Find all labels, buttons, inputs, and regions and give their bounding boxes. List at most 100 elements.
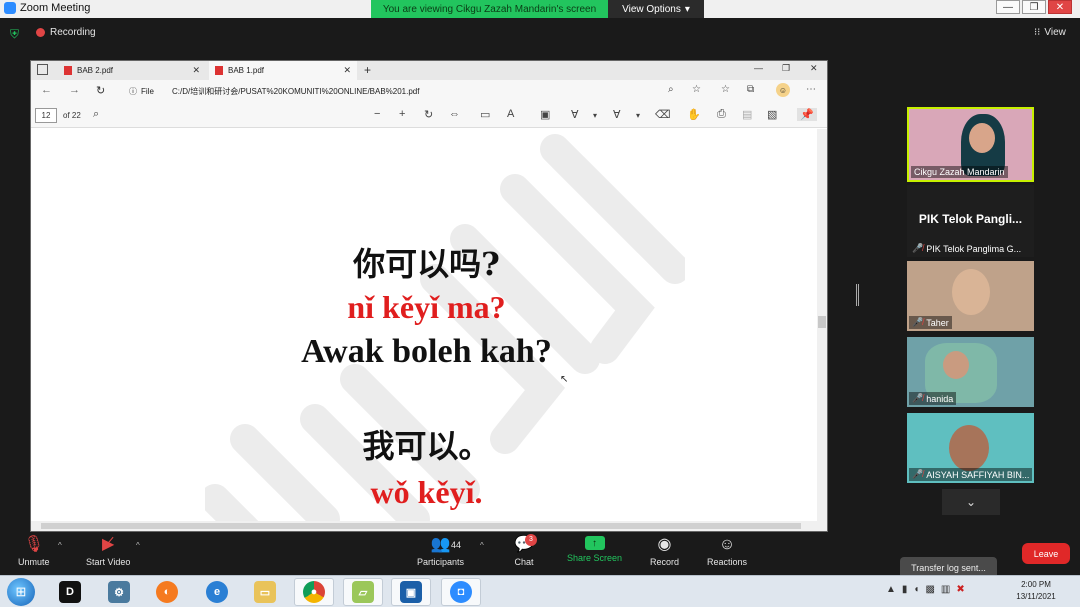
- minimize-icon[interactable]: —: [754, 63, 763, 73]
- site-info[interactable]: ⓘ File: [129, 86, 154, 97]
- panel-resize-handle[interactable]: [856, 284, 859, 306]
- taskbar-app-chrome[interactable]: ●: [294, 578, 334, 606]
- reactions-button[interactable]: ☺ Reactions: [707, 536, 747, 567]
- participants-options-caret-icon[interactable]: ^: [480, 541, 484, 550]
- participants-button[interactable]: 👥 44 Participants: [417, 536, 464, 567]
- search-icon[interactable]: ⌕: [93, 108, 99, 121]
- participant-video: [949, 425, 989, 471]
- usb-icon[interactable]: ▮: [902, 584, 908, 595]
- print-icon[interactable]: ⎙: [717, 108, 726, 121]
- taskbar-clock[interactable]: 2:00 PM 13/11/2021: [1008, 579, 1064, 603]
- taskbar-app-file-explorer[interactable]: ▭: [245, 578, 285, 606]
- horizontal-scrollbar[interactable]: [31, 521, 827, 531]
- zoom-app-icon: ◘: [450, 581, 472, 603]
- security-shield-icon[interactable]: ⛨: [10, 27, 22, 41]
- video-tile-taher[interactable]: 🎤̸ Taher: [907, 261, 1034, 331]
- eraser-icon[interactable]: ⌫: [655, 108, 671, 121]
- record-button[interactable]: ◉ Record: [650, 536, 679, 567]
- zoom-out-icon[interactable]: −: [374, 108, 380, 120]
- maximize-button[interactable]: ❐: [1022, 0, 1046, 14]
- action-center-icon[interactable]: ✖: [956, 584, 964, 595]
- chat-button[interactable]: 💬 3 Chat: [514, 534, 537, 567]
- taskbar-app-remote[interactable]: ▣: [391, 578, 431, 606]
- rotate-icon[interactable]: ↻: [424, 108, 433, 121]
- save-as-icon[interactable]: ▧: [767, 108, 777, 121]
- new-tab-icon[interactable]: +: [364, 63, 371, 77]
- profile-avatar-icon[interactable]: ☺: [776, 83, 790, 97]
- minimize-button[interactable]: —: [996, 0, 1020, 14]
- mic-muted-icon: 🎤̸: [912, 469, 924, 479]
- start-video-label: Start Video: [86, 557, 131, 567]
- collections-icon[interactable]: ⧉: [747, 84, 754, 95]
- view-layout-button[interactable]: ⁝⁝ View: [1034, 27, 1066, 38]
- start-button-icon[interactable]: ⊞: [7, 578, 35, 606]
- video-tile-pik[interactable]: PIK Telok Pangli... 🎤̸ PIK Telok Panglim…: [907, 185, 1034, 257]
- close-tab-icon[interactable]: ✕: [343, 65, 351, 76]
- vertical-scrollbar[interactable]: [817, 129, 827, 522]
- text-box-icon[interactable]: ▣: [540, 108, 550, 121]
- participant-name: 🎤̸ hanida: [909, 392, 957, 405]
- close-tab-icon[interactable]: ✕: [192, 65, 200, 76]
- recording-indicator[interactable]: Recording: [36, 27, 96, 38]
- read-aloud-icon[interactable]: ☆: [692, 84, 701, 95]
- record-dot-icon: [36, 28, 45, 37]
- show-hidden-icons-icon[interactable]: ▲: [886, 584, 896, 595]
- share-screen-button[interactable]: ↑ Share Screen: [567, 536, 622, 563]
- video-tile-hanida[interactable]: 🎤̸ hanida: [907, 337, 1034, 407]
- mic-muted-icon: 🎤̸: [912, 317, 924, 327]
- audio-options-caret-icon[interactable]: ^: [58, 541, 62, 550]
- unmute-button[interactable]: 🎙 Unmute: [18, 536, 50, 567]
- close-window-button[interactable]: ✕: [1048, 0, 1072, 14]
- pin-icon[interactable]: 📌: [797, 108, 817, 121]
- url-field[interactable]: C:/D/培训和研讨会/PUSAT%20KOMUNITI%20ONLINE/BA…: [172, 86, 419, 97]
- tab-bab-1[interactable]: BAB 1.pdf ✕: [209, 61, 357, 80]
- tab-actions-icon[interactable]: [37, 64, 48, 75]
- leave-meeting-button[interactable]: Leave: [1022, 543, 1070, 564]
- pdf-toolbar: 12 of 22 ⌕ − + ↻ ⇔ ▭ A ▣ ∀ ▾ ∀ ▾ ⌫ ✋ ⎙ ▤…: [31, 102, 827, 128]
- start-video-button[interactable]: ▶̸ Start Video: [86, 536, 130, 567]
- zoom-search-icon[interactable]: ⌕: [668, 84, 674, 95]
- chevron-down-icon[interactable]: ▾: [636, 111, 640, 120]
- page-number-input[interactable]: 12: [35, 108, 57, 123]
- scrollbar-thumb[interactable]: [818, 316, 826, 328]
- dictionary-app-icon: D: [59, 581, 81, 603]
- meeting-controls-bar: 🎙 Unmute ^ ▶̸ Start Video ^ 👥 44 Partici…: [0, 532, 1080, 579]
- chevron-down-icon[interactable]: ▾: [593, 111, 597, 120]
- taskbar-app-settings[interactable]: ⚙: [99, 578, 139, 606]
- slide-question-pinyin: nǐ kěyǐ ma?: [347, 289, 506, 325]
- restore-icon[interactable]: ❐: [782, 63, 790, 74]
- taskbar-app-firefox[interactable]: ◐: [147, 578, 187, 606]
- close-icon[interactable]: ✕: [810, 63, 818, 74]
- fit-page-icon[interactable]: ⇔: [449, 108, 460, 120]
- refresh-icon[interactable]: ↻: [96, 84, 105, 97]
- taskbar-app-dictionary[interactable]: D: [50, 578, 90, 606]
- read-aloud-icon[interactable]: A: [507, 108, 514, 120]
- taskbar-app-zoom[interactable]: ◘: [441, 578, 481, 606]
- network-icon[interactable]: ▥: [941, 584, 950, 595]
- zoom-in-icon[interactable]: +: [399, 108, 405, 120]
- scrollbar-thumb[interactable]: [41, 523, 801, 529]
- volume-icon[interactable]: ◖: [913, 584, 919, 595]
- forward-arrow-icon[interactable]: →: [69, 84, 80, 96]
- video-tile-aisyah[interactable]: 🎤̸ AISYAH SAFFIYAH BIN...: [907, 413, 1034, 483]
- tab-label: BAB 2.pdf: [77, 66, 114, 75]
- draw-icon[interactable]: ∀: [613, 108, 621, 121]
- save-icon[interactable]: ▤: [742, 108, 752, 121]
- app-tray-icon[interactable]: ▩: [925, 584, 934, 595]
- windows-taskbar: ⊞ D ⚙ ◐ e ▭ ● ▱ ▣ ◘ ▲ ▮ ◖ ▩ ▥ ✖ 2:00 PM …: [0, 575, 1080, 607]
- gear-app-icon: ⚙: [108, 581, 130, 603]
- touch-icon[interactable]: ✋: [687, 108, 701, 121]
- browser-tab-bar: BAB 2.pdf ✕ BAB 1.pdf ✕ + — ❐ ✕: [31, 61, 827, 80]
- more-menu-icon[interactable]: ⋯: [806, 84, 816, 95]
- taskbar-app-notes[interactable]: ▱: [343, 578, 383, 606]
- tab-bab-2[interactable]: BAB 2.pdf ✕: [58, 61, 206, 80]
- view-options-button[interactable]: View Options ▾: [608, 0, 704, 18]
- back-arrow-icon[interactable]: ←: [41, 84, 52, 96]
- scroll-participants-down-button[interactable]: ⌄: [942, 489, 1000, 515]
- taskbar-app-internet-explorer[interactable]: e: [197, 578, 237, 606]
- highlight-icon[interactable]: ∀: [571, 108, 579, 121]
- video-tile-host[interactable]: Cikgu Zazah Mandarin: [907, 107, 1034, 182]
- video-options-caret-icon[interactable]: ^: [136, 541, 140, 550]
- page-view-icon[interactable]: ▭: [480, 108, 490, 121]
- favorites-star-icon[interactable]: ☆: [721, 84, 730, 95]
